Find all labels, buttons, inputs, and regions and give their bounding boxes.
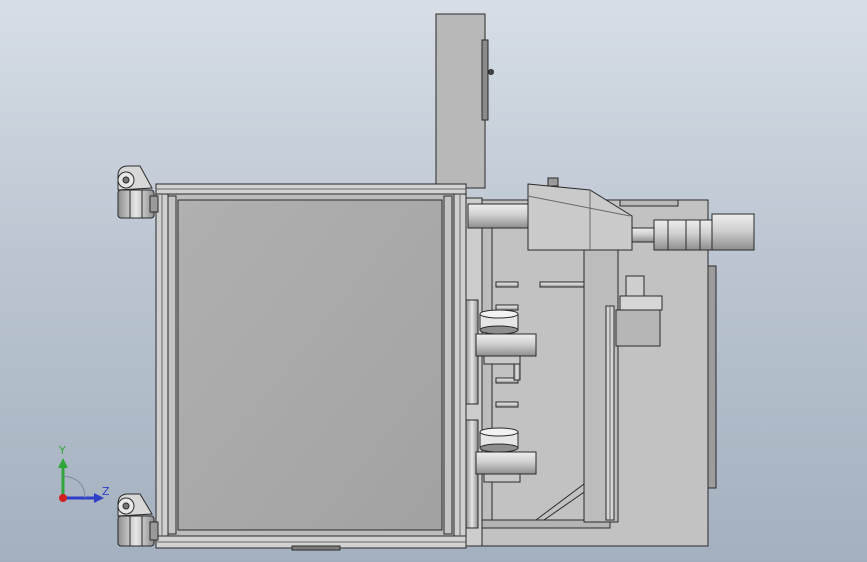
side-panel xyxy=(177,199,443,531)
caster-top xyxy=(117,165,159,219)
x-axis-dot xyxy=(59,494,67,502)
electrical-cabinet xyxy=(435,13,494,189)
cad-viewport[interactable]: Y Z xyxy=(0,0,867,562)
triad-arc xyxy=(62,475,86,499)
y-axis-label: Y xyxy=(58,444,66,457)
coordinate-triad: Y Z xyxy=(58,444,110,503)
machine-drawing[interactable]: Y Z xyxy=(0,0,867,562)
y-arrow-head xyxy=(58,458,68,468)
bottom-foot-bar xyxy=(291,545,341,551)
motor-housing xyxy=(527,177,633,251)
z-axis-label: Z xyxy=(102,485,110,498)
top-shaft xyxy=(467,203,531,229)
caster-bottom xyxy=(117,493,159,547)
